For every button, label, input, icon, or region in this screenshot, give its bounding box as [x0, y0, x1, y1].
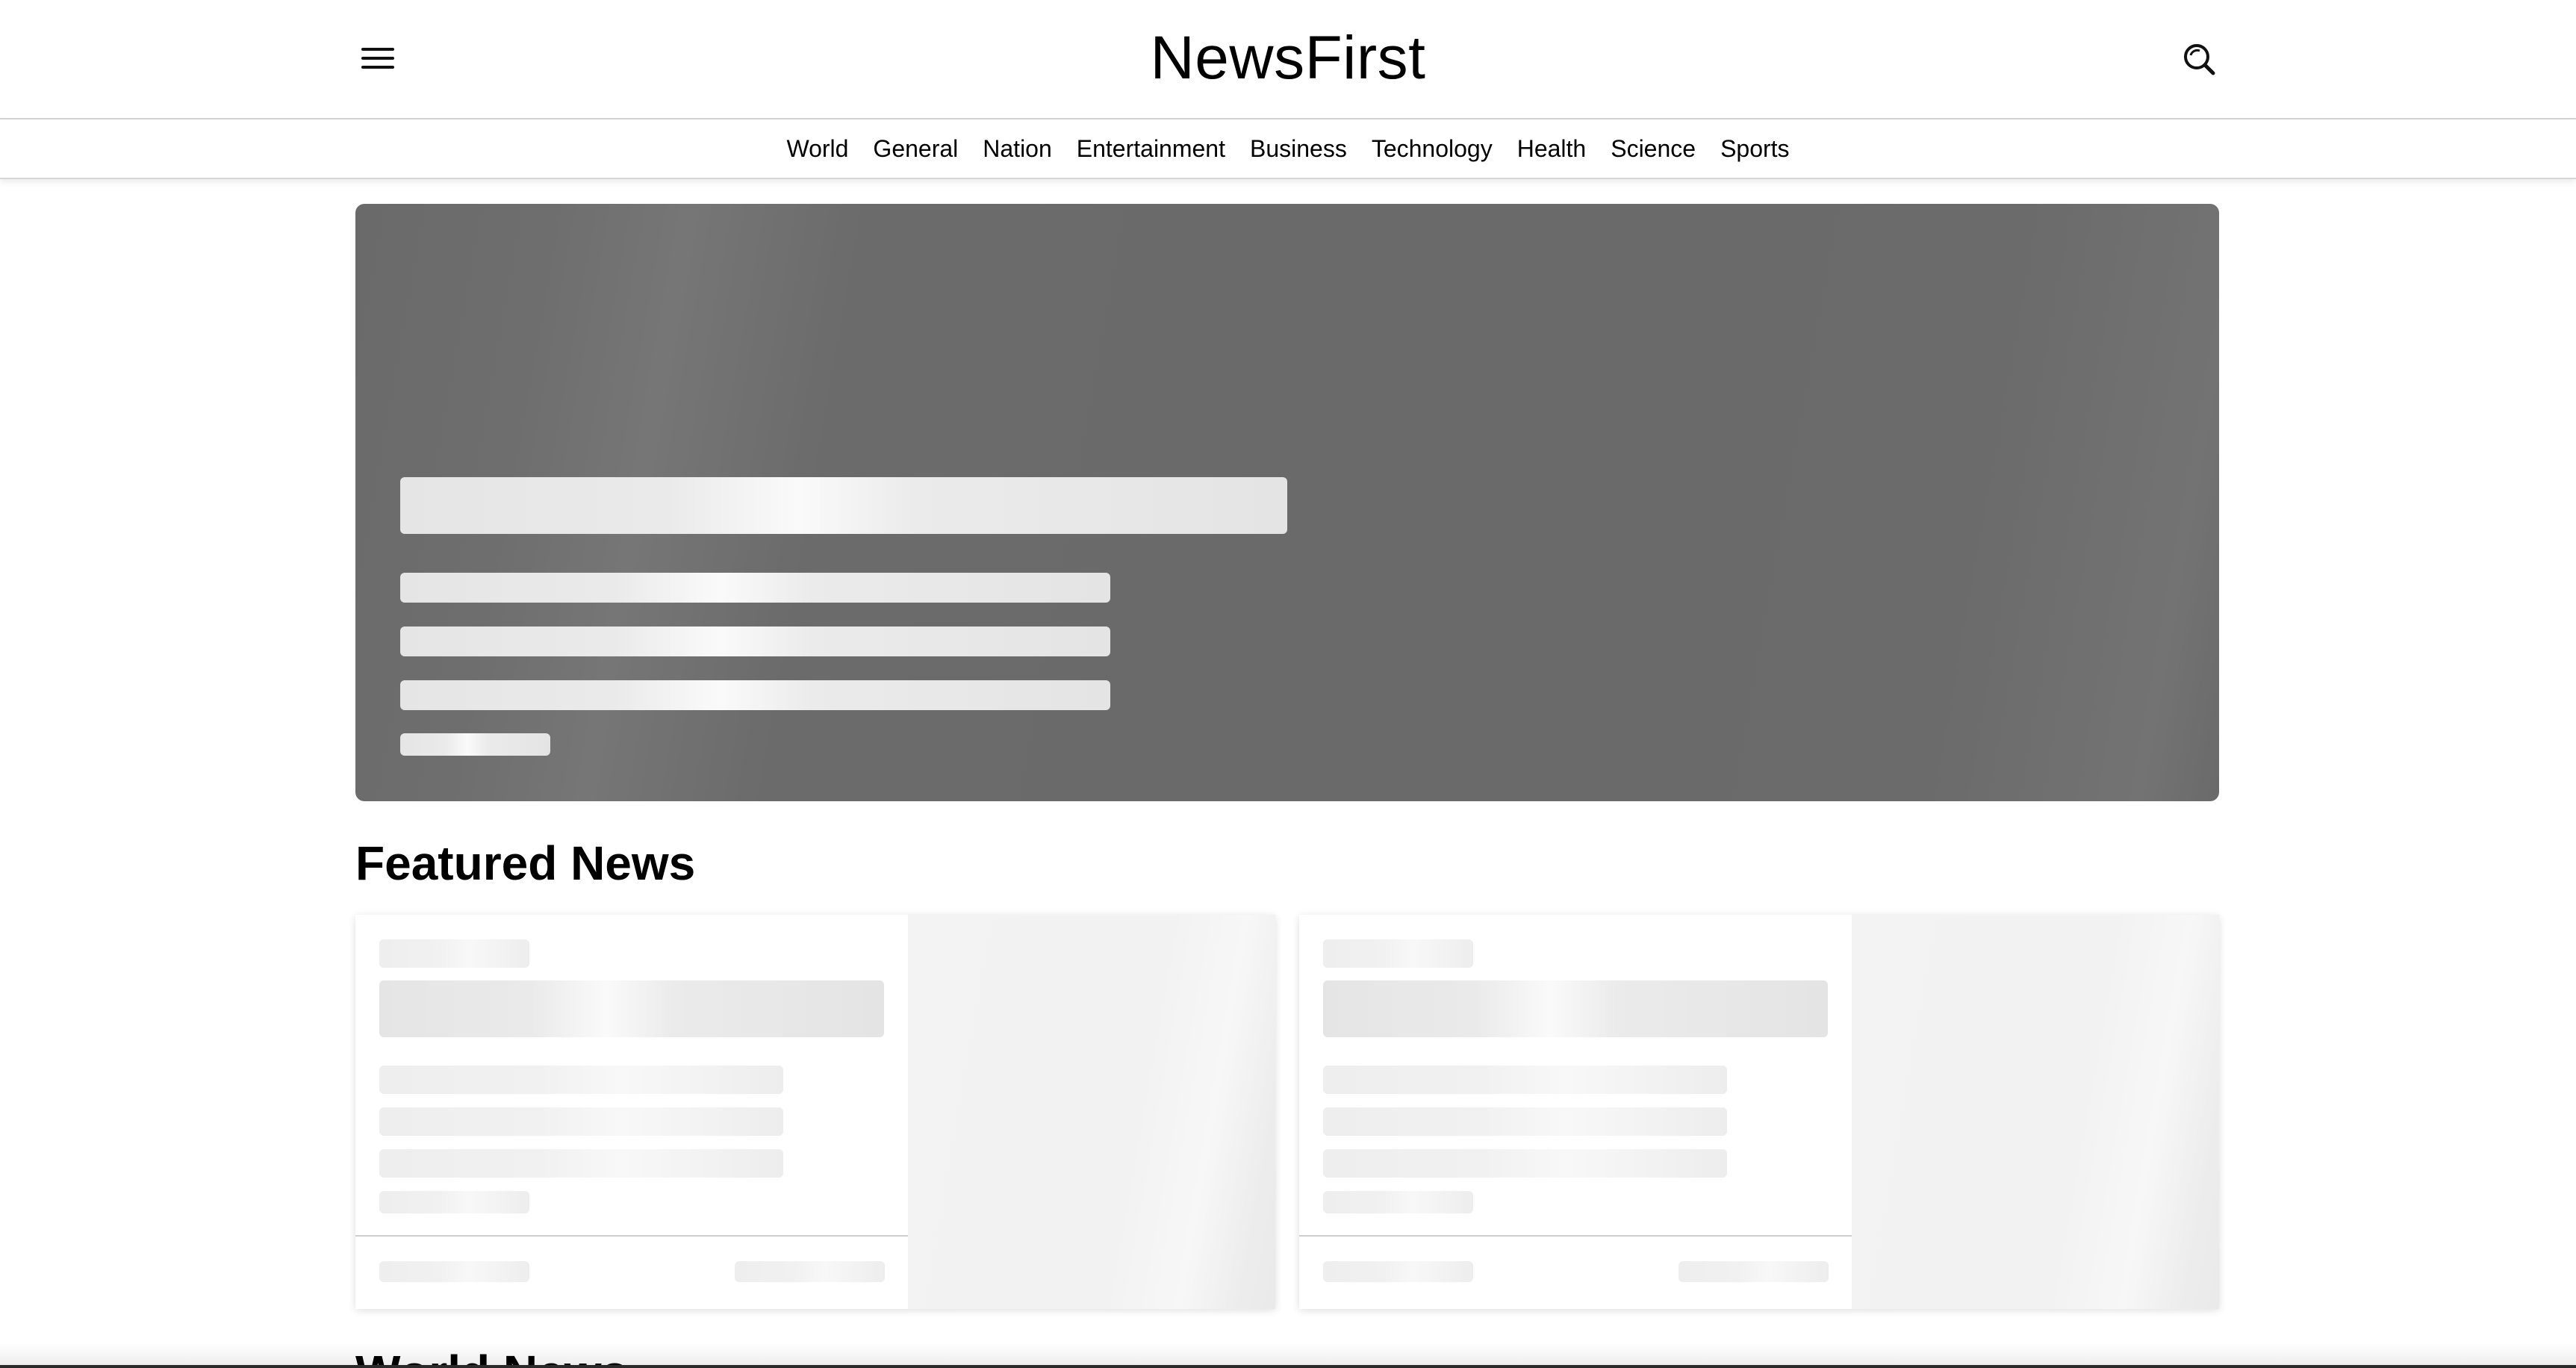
card-divider — [1299, 1235, 1852, 1237]
hero-text-placeholder — [400, 627, 1110, 656]
card-divider — [355, 1235, 908, 1237]
nav-item-nation[interactable]: Nation — [983, 134, 1052, 164]
nav-item-general[interactable]: General — [873, 134, 958, 164]
card-image-placeholder — [1852, 915, 2219, 1309]
search-icon[interactable] — [2180, 40, 2219, 79]
hero-meta-placeholder — [400, 733, 550, 756]
nav-item-technology[interactable]: Technology — [1372, 134, 1493, 164]
card-title-placeholder — [1323, 980, 1828, 1037]
card-source-placeholder — [1323, 1261, 1473, 1282]
card-text-placeholder — [1323, 1149, 1727, 1178]
card-text-placeholder — [379, 1149, 783, 1178]
card-image-placeholder — [908, 915, 1275, 1309]
card-category-placeholder — [1323, 939, 1473, 968]
nav-item-world[interactable]: World — [786, 134, 848, 164]
hero-skeleton[interactable] — [355, 204, 2219, 801]
card-meta-placeholder — [1323, 1191, 1473, 1213]
viewport-bottom-edge — [0, 1365, 2576, 1368]
card-date-placeholder — [735, 1261, 885, 1282]
hero-text-placeholder — [400, 573, 1110, 603]
card-text-placeholder — [1323, 1066, 1727, 1094]
card-text-placeholder — [379, 1066, 783, 1094]
card-text-placeholder — [1323, 1107, 1727, 1136]
nav-item-sports[interactable]: Sports — [1720, 134, 1789, 164]
category-nav: World General Nation Entertainment Busin… — [0, 119, 2576, 179]
nav-item-business[interactable]: Business — [1250, 134, 1347, 164]
card-source-placeholder — [379, 1261, 529, 1282]
card-meta-placeholder — [379, 1191, 529, 1213]
featured-news-heading: Featured News — [355, 836, 696, 890]
nav-item-health[interactable]: Health — [1517, 134, 1587, 164]
card-date-placeholder — [1679, 1261, 1829, 1282]
card-text-placeholder — [379, 1107, 783, 1136]
nav-item-science[interactable]: Science — [1611, 134, 1696, 164]
featured-card[interactable] — [355, 915, 1275, 1309]
featured-card[interactable] — [1299, 915, 2219, 1309]
card-category-placeholder — [379, 939, 529, 968]
card-title-placeholder — [379, 980, 884, 1037]
hero-text-placeholder — [400, 680, 1110, 710]
hero-title-placeholder — [400, 477, 1287, 534]
nav-item-entertainment[interactable]: Entertainment — [1077, 134, 1225, 164]
site-header: NewsFirst — [0, 0, 2576, 119]
